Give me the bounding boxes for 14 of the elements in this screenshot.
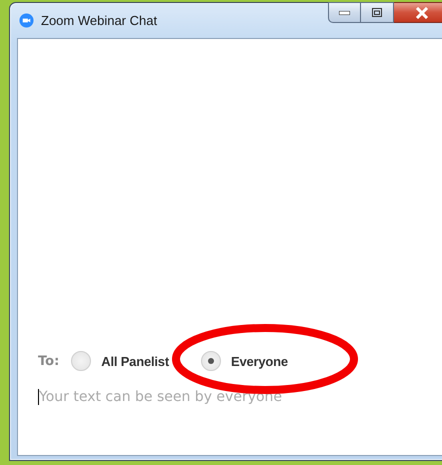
- close-button[interactable]: [394, 2, 442, 23]
- radio-label: All Panelist: [101, 354, 169, 368]
- message-field[interactable]: Your text can be seen by everyone: [38, 389, 289, 405]
- video-camera-icon: [19, 13, 34, 28]
- radio-button[interactable]: [71, 351, 92, 371]
- window-title: Zoom Webinar Chat: [41, 13, 158, 28]
- close-icon: [414, 6, 428, 18]
- maximize-icon: [372, 8, 382, 17]
- minimize-icon: [339, 10, 350, 14]
- radio-label: Everyone: [230, 354, 288, 368]
- radio-button[interactable]: [200, 351, 221, 371]
- to-label: To:: [38, 354, 60, 368]
- minimize-button[interactable]: [328, 2, 361, 23]
- maximize-button[interactable]: [361, 2, 394, 23]
